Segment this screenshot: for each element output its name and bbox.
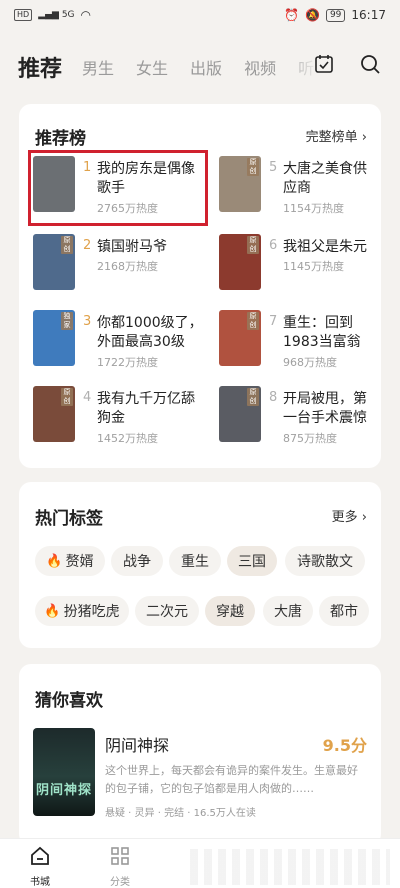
rank-heat: 875万热度 [283,432,337,445]
search-icon[interactable] [358,52,382,76]
book-score: 9.5分 [322,736,367,755]
tag-chip[interactable]: 🔥 赘婿 [35,546,105,576]
book-title[interactable]: 阴间神探 [105,732,169,756]
rank-heat: 1722万热度 [97,356,158,369]
book-cover: 原创 [33,234,75,290]
nav-label: 书城 [30,877,50,888]
tab-recommend[interactable]: 推荐 [18,51,62,83]
cover-tag: 原创 [247,236,259,254]
wifi-icon: ◠ [80,8,91,22]
book-cover: 原创 [219,234,261,290]
top-icons [312,52,382,76]
cover-tag: 原创 [247,388,259,406]
rank-number: 6 [269,238,278,253]
status-right: ⏰ 🔕 99 16:17 [284,8,386,22]
cover-tag: 独家 [61,312,73,330]
flame-icon: 🔥 [44,603,61,619]
status-left: HD ▂▄▆ 5G ◠ [14,8,91,22]
rank-title: 推荐榜 [35,129,86,149]
nav-bookstore[interactable]: 书城 [20,845,60,888]
book-description: 这个世界上，每天都会有诡异的案件发生。生意最好的包子铺，它的包子馅都是用人肉做的… [105,764,358,795]
tag-chip[interactable]: 诗歌散文 [285,546,365,576]
rank-heat: 1145万热度 [283,260,344,273]
tag-chip[interactable]: 战争 [111,546,163,576]
rank-item[interactable]: 原创 8 开局被甩，第一台手术震惊世界 875万热度 [219,386,393,446]
rank-number: 2 [83,238,92,253]
tag-chip[interactable]: 三国 [227,546,277,576]
alarm-icon: ⏰ [284,8,299,22]
rank-book-name: 重生：回到1983当富翁 [283,315,361,350]
rank-book-name: 镇国驸马爷 [97,239,167,255]
highlight-annotation-box [28,150,208,226]
book-cover: 独家 [33,310,75,366]
rank-book-name: 我有九千万亿舔狗金 [97,391,195,426]
rank-item[interactable]: 独家 3 你都1000级了，外面最高30级 1722万热度 [33,310,207,370]
rank-item[interactable]: 原创 6 我祖父是朱元璋 1145万热度 [219,234,393,294]
rank-book-name: 大唐之美食供应商 [283,161,367,196]
tag-chip[interactable]: 都市 [319,596,369,626]
cover-tag: 原创 [247,312,259,330]
mute-icon: 🔕 [305,8,320,22]
rank-book-name: 开局被甩，第一台手术震惊世界 [283,391,367,426]
tag-chip[interactable]: 重生 [169,546,221,576]
rank-number: 3 [83,314,92,329]
cover-tag: 原创 [247,158,259,176]
status-time: 16:17 [351,8,386,22]
tags-more-link[interactable]: 更多 › [332,506,367,525]
hd-badge: HD [14,9,33,21]
rank-number: 5 [269,160,278,175]
rank-heat: 1452万热度 [97,432,158,445]
rank-book-name: 你都1000级了，外面最高30级 [97,315,203,350]
rank-heat: 968万热度 [283,356,337,369]
tab-publish[interactable]: 出版 [190,55,222,79]
rank-number: 8 [269,390,278,405]
hot-tags-card: 热门标签 更多 › 🔥 赘婿 战争 重生 三国 诗歌散文 🔥 扮猪吃虎 二次元 穿越… [19,482,381,648]
nav-label: 分类 [110,877,130,888]
rank-item[interactable]: 原创 7 重生：回到1983当富翁 968万热度 [219,310,393,370]
tag-chip[interactable]: 穿越 [205,596,255,626]
rank-number: 7 [269,314,278,329]
cover-tag: 原创 [61,388,73,406]
full-rank-link[interactable]: 完整榜单 › [306,126,367,145]
cover-text: 阴间神探 [35,783,92,798]
rank-heat: 1154万热度 [283,202,344,215]
tags-title: 热门标签 [35,509,103,529]
nav-category[interactable]: 分类 [100,845,140,888]
rank-number: 4 [83,390,92,405]
rank-item[interactable]: 原创 2 镇国驸马爷 2168万热度 [33,234,207,294]
rank-item[interactable]: 原创 5 大唐之美食供应商 1154万热度 [219,156,393,216]
rank-item[interactable]: 原创 4 我有九千万亿舔狗金 1452万热度 [33,386,207,446]
battery-icon: 99 [325,8,346,22]
book-meta: 悬疑 · 灵异 · 完结 · 16.5万人在读 [105,808,256,819]
signal-icon: ▂▄▆ 5G [38,10,75,20]
rank-book-name: 我祖父是朱元璋 [283,239,367,255]
calendar-check-icon[interactable] [312,52,336,76]
bottom-nav: 书城 分类 [0,838,400,888]
book-cover: 原创 [219,310,261,366]
book-cover[interactable]: 阴间神探 [33,728,95,816]
cover-tag: 原创 [61,236,73,254]
tag-chip[interactable]: 大唐 [263,596,313,626]
flame-icon: 🔥 [46,553,63,569]
book-cover: 原创 [33,386,75,442]
status-bar: HD ▂▄▆ 5G ◠ ⏰ 🔕 99 16:17 [0,0,400,30]
tab-male[interactable]: 男生 [82,55,114,79]
grid-icon [111,847,129,865]
guess-title: 猜你喜欢 [35,691,103,711]
book-cover: 原创 [219,386,261,442]
tab-female[interactable]: 女生 [136,55,168,79]
home-icon [31,846,49,865]
tag-chip[interactable]: 🔥 扮猪吃虎 [35,596,129,626]
tab-video[interactable]: 视频 [244,55,276,79]
book-cover: 原创 [219,156,261,212]
guess-you-like-card: 猜你喜欢 阴间神探 阴间神探 9.5分 这个世界上，每天都会有诡异的案件发生。生… [19,664,381,846]
redacted-area [190,849,390,885]
tag-chip[interactable]: 二次元 [135,596,199,626]
rank-heat: 2168万热度 [97,260,158,273]
